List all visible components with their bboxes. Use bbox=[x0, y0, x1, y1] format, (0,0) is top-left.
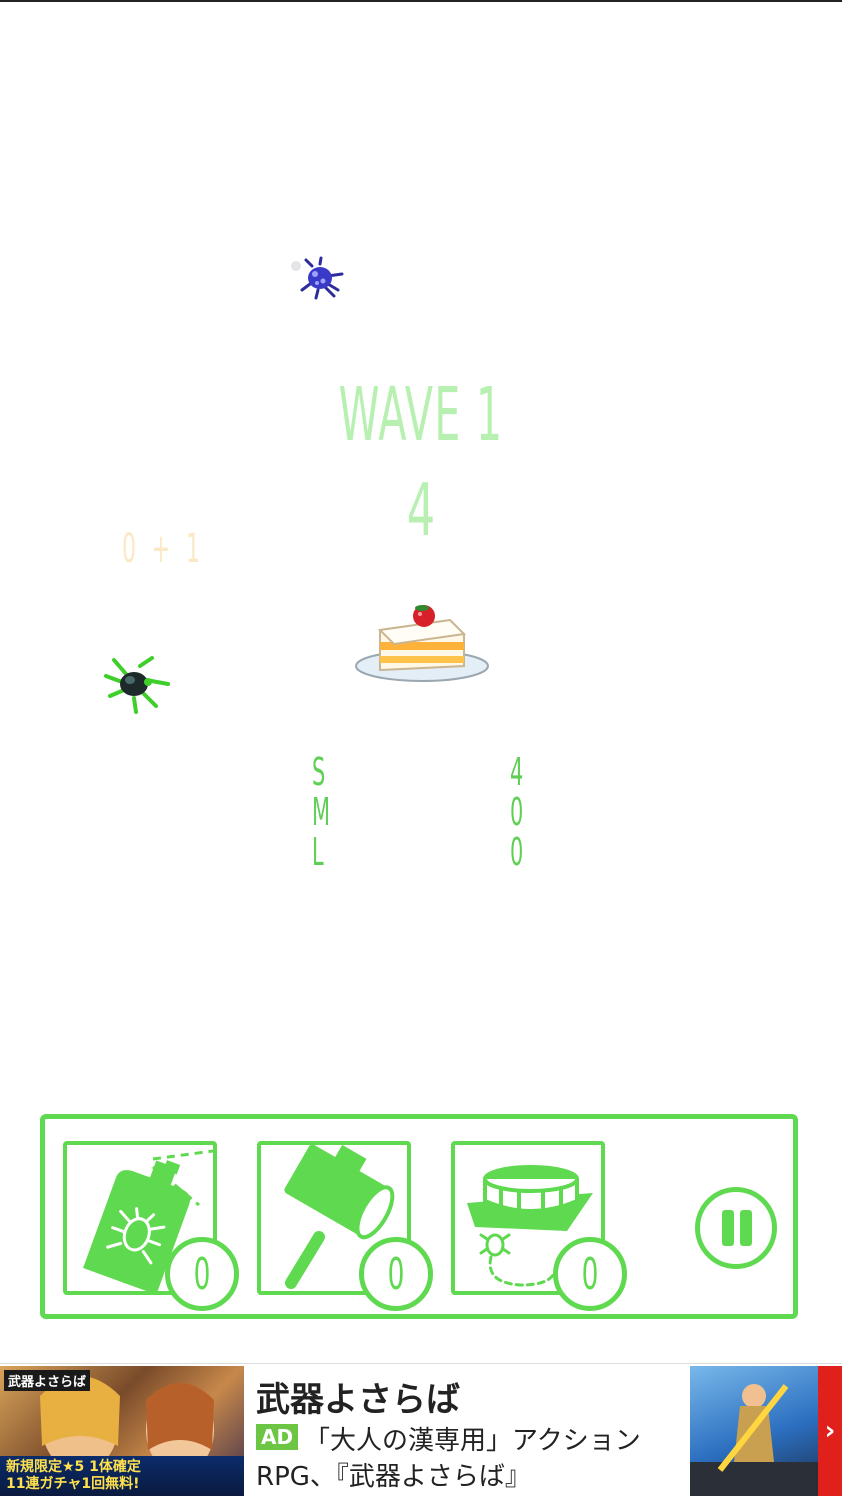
hammer-count-badge: 0 bbox=[359, 1237, 433, 1311]
score-popup: 0 + 1 bbox=[122, 526, 205, 572]
wave-title: WAVE 1 bbox=[338, 372, 504, 458]
ad-image-banner: 新規限定★5 1体確定 11連ガチャ1回無料! bbox=[0, 1456, 244, 1496]
cake-target bbox=[355, 605, 489, 682]
pause-icon-bar bbox=[740, 1210, 752, 1246]
stat-value: 4 bbox=[510, 750, 524, 794]
stat-row-small: S 4 bbox=[300, 752, 540, 792]
ad-game-artwork[interactable]: 武器よさらば 新規限定★5 1体確定 11連ガチャ1回無料! bbox=[0, 1366, 244, 1496]
bug-spray-button[interactable]: 0 bbox=[63, 1141, 239, 1311]
stat-value: 0 bbox=[510, 790, 524, 834]
stat-value: 0 bbox=[510, 830, 524, 874]
ad-hero-image[interactable] bbox=[690, 1366, 818, 1496]
stat-label: L bbox=[312, 830, 324, 874]
stat-row-large: L 0 bbox=[300, 832, 540, 872]
trap-count-badge: 0 bbox=[553, 1237, 627, 1311]
enemy-stats: S 4 M 0 L 0 bbox=[300, 752, 540, 872]
blue-bug-enemy[interactable] bbox=[290, 256, 350, 302]
wave-countdown: 4 bbox=[406, 468, 436, 552]
ad-image-tag: 武器よさらば bbox=[4, 1370, 91, 1391]
stat-label: S bbox=[312, 750, 326, 794]
ad-banner-line2: 11連ガチャ1回無料! bbox=[6, 1476, 140, 1492]
status-divider bbox=[0, 0, 842, 2]
weapon-toolbar: 0 0 0 bbox=[40, 1114, 798, 1319]
hammer-button[interactable]: 0 bbox=[257, 1141, 433, 1311]
pause-button[interactable] bbox=[695, 1187, 777, 1269]
ad-description-line1: 「大人の漢専用」アクション bbox=[304, 1426, 641, 1456]
ad-open-arrow[interactable]: › bbox=[818, 1366, 842, 1496]
spray-count-badge: 0 bbox=[165, 1237, 239, 1311]
ad-banner[interactable]: 武器よさらば 新規限定★5 1体確定 11連ガチャ1回無料! 武器よさらば AD… bbox=[0, 1363, 842, 1497]
ad-hero-illustration bbox=[690, 1384, 818, 1496]
pause-icon bbox=[722, 1210, 734, 1246]
ad-description-line2: RPG、『武器よさらば』 bbox=[256, 1462, 531, 1492]
ad-badge: AD bbox=[256, 1424, 299, 1450]
ad-title[interactable]: 武器よさらば bbox=[256, 1372, 460, 1421]
ad-banner-line1: 新規限定★5 1体確定 bbox=[6, 1459, 141, 1475]
green-bug-enemy[interactable] bbox=[100, 652, 174, 716]
stat-label: M bbox=[312, 790, 331, 834]
stat-row-medium: M 0 bbox=[300, 792, 540, 832]
trap-button[interactable]: 0 bbox=[451, 1141, 627, 1311]
